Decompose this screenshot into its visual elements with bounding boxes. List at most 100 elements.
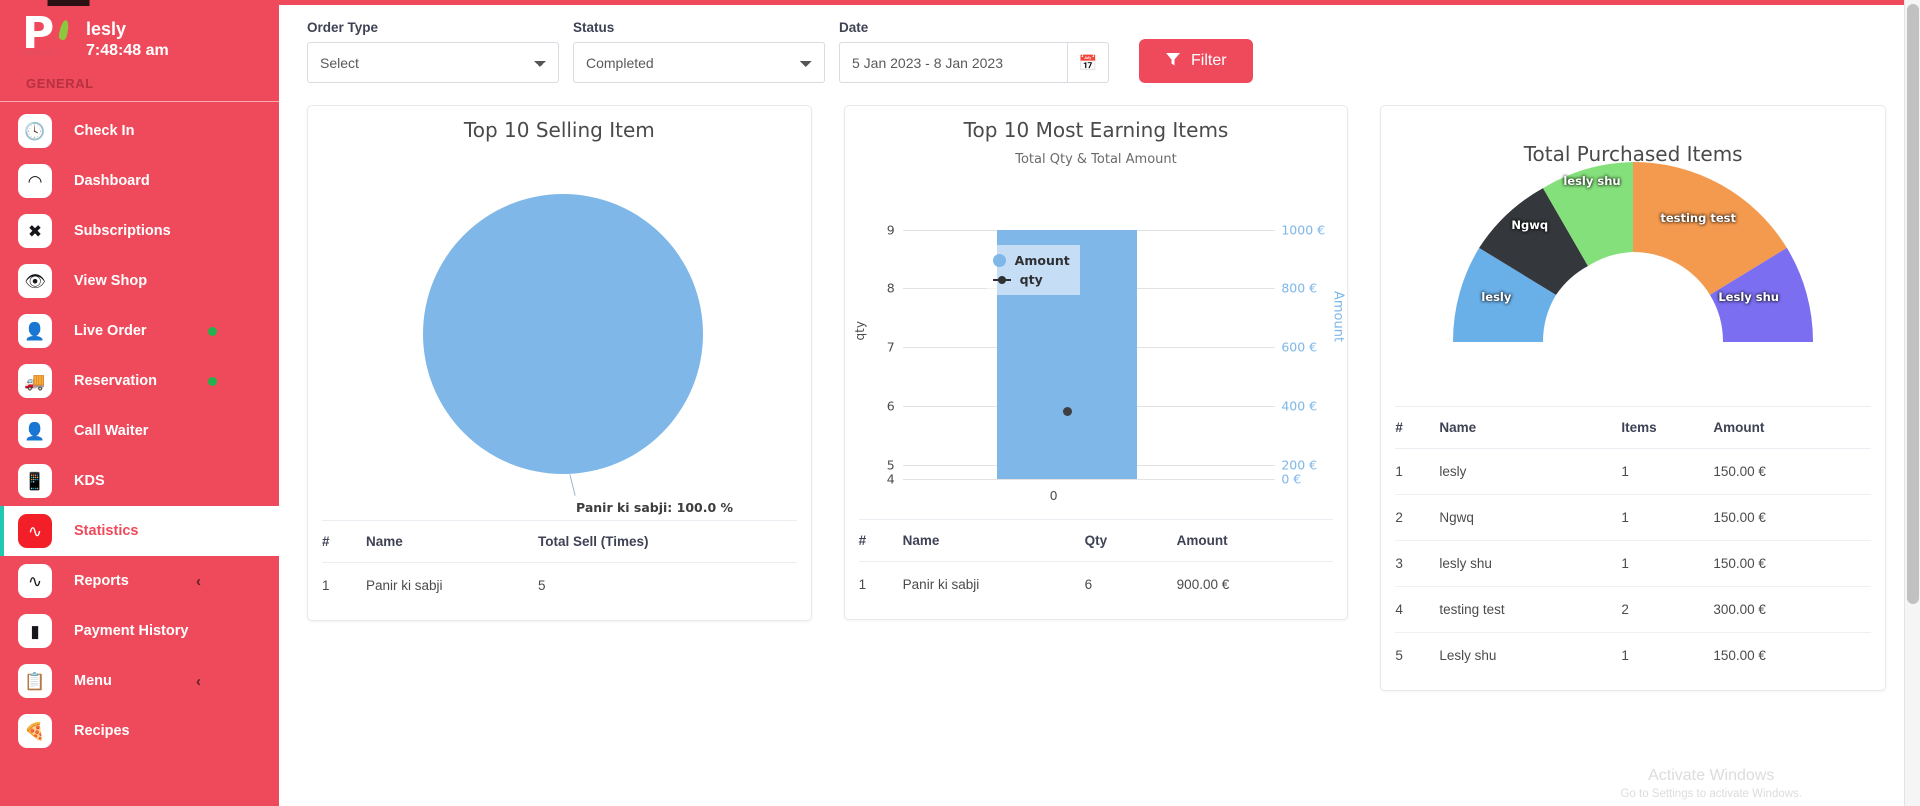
sidebar-item-reservation[interactable]: 🚚 Reservation bbox=[0, 356, 279, 406]
gauge-plot-area: Total Purchased Items lesly Ngwq lesly s… bbox=[1381, 106, 1885, 406]
cell-index: 3 bbox=[1395, 540, 1440, 587]
table-wrapper: # Name Qty Amount 1 Panir ki sabji 6 900… bbox=[845, 519, 1348, 619]
date-group: Date 📅 bbox=[839, 20, 1109, 83]
date-range-input[interactable] bbox=[839, 42, 1067, 83]
gauge-label-lesly-shu-2: Lesly shu bbox=[1718, 290, 1779, 304]
cell-total-sell: 5 bbox=[538, 578, 546, 593]
sidebar-item-check-in[interactable]: 🕓 Check In bbox=[0, 106, 279, 156]
cell-amount: 150.00 € bbox=[1713, 648, 1766, 663]
filter-button[interactable]: Filter bbox=[1139, 39, 1253, 83]
legend-label: qty bbox=[1019, 272, 1043, 287]
pulse-icon: ∿ bbox=[18, 514, 52, 548]
gauge-label-lesly-shu: lesly shu bbox=[1563, 174, 1621, 188]
combo-plot-area: 9 8 7 6 5 4 1000 € 800 € 600 € 400 € 200… bbox=[845, 171, 1348, 519]
cell-items: 1 bbox=[1621, 648, 1629, 663]
order-type-label: Order Type bbox=[307, 20, 379, 35]
brand-name: lesly bbox=[86, 19, 127, 39]
waiter-icon: 👤 bbox=[18, 414, 52, 448]
table-row[interactable]: 3 lesly shu 1 150.00 € bbox=[1395, 540, 1871, 587]
sidebar-item-live-order[interactable]: 👤 Live Order bbox=[0, 306, 279, 356]
table-row[interactable]: 1 lesly 1 150.00 € bbox=[1395, 448, 1871, 495]
col-qty: Qty bbox=[1084, 519, 1177, 562]
y2-axis-tick: 200 € bbox=[1281, 457, 1318, 473]
legend-label: Amount bbox=[1014, 253, 1070, 268]
legend-item-amount[interactable]: Amount bbox=[992, 251, 1070, 270]
table-row[interactable]: 5 Lesly shu 1 150.00 € bbox=[1395, 633, 1871, 679]
y-axis-tick: 7 bbox=[886, 339, 895, 355]
sidebar-item-statistics[interactable]: ∿ Statistics bbox=[0, 506, 279, 556]
table-wrapper: # Name Total Sell (Times) 1 Panir ki sab… bbox=[308, 520, 811, 620]
status-dot bbox=[208, 326, 217, 336]
sidebar-item-label: Recipes bbox=[74, 723, 130, 739]
table-row[interactable]: 1 Panir ki sabji 6 900.00 € bbox=[859, 562, 1334, 608]
order-type-group: Order Type Select bbox=[307, 20, 559, 83]
sidebar-item-label: View Shop bbox=[74, 273, 148, 289]
eye-icon: 👁 bbox=[18, 264, 52, 298]
pie-leader-line bbox=[569, 474, 576, 496]
y-axis-tick: 5 bbox=[886, 457, 895, 473]
cell-name: Panir ki sabji bbox=[902, 577, 980, 592]
order-type-select[interactable]: Select bbox=[307, 42, 559, 83]
filter-toolbar: Order Type Select Status Completed Date … bbox=[279, 0, 1920, 83]
sidebar-item-reports[interactable]: ∿ Reports ‹ bbox=[0, 556, 279, 606]
chart-legend: Amount qty bbox=[986, 245, 1080, 295]
x-axis-tick: 0 bbox=[1049, 488, 1058, 503]
vertical-scrollbar[interactable] bbox=[1904, 0, 1920, 806]
date-range-picker[interactable]: 📅 bbox=[839, 42, 1109, 83]
col-amount: Amount bbox=[1713, 406, 1871, 449]
pie-slice-panir-ki-sabji[interactable] bbox=[423, 194, 703, 474]
sidebar-item-recipes[interactable]: 🍕 Recipes bbox=[0, 706, 279, 756]
sidebar-item-payment-history[interactable]: ▮ Payment History bbox=[0, 606, 279, 656]
gridline bbox=[902, 479, 1276, 480]
sidebar-section-label: GENERAL bbox=[26, 76, 94, 91]
card-top-selling-item: Top 10 Selling Item Panir ki sabji: 100.… bbox=[307, 105, 812, 621]
legend-item-qty[interactable]: qty bbox=[992, 270, 1070, 289]
brand-block[interactable]: P powered lesly 7:48:48 am bbox=[0, 6, 279, 72]
sidebar: P powered lesly 7:48:48 am GENERAL 🕓 Che… bbox=[0, 0, 279, 806]
cell-name: lesly shu bbox=[1439, 540, 1622, 587]
cards-row: Top 10 Selling Item Panir ki sabji: 100.… bbox=[279, 83, 1920, 691]
cell-amount: 900.00 € bbox=[1176, 577, 1230, 592]
logo-letter-icon: P bbox=[22, 8, 55, 59]
sidebar-item-label: Menu bbox=[74, 673, 112, 689]
calendar-icon[interactable]: 📅 bbox=[1067, 42, 1109, 83]
sidebar-item-dashboard[interactable]: ◠ Dashboard bbox=[0, 156, 279, 206]
sidebar-item-menu[interactable]: 📋 Menu ‹ bbox=[0, 656, 279, 706]
sidebar-item-label: Check In bbox=[74, 123, 135, 139]
y-axis-label: qty bbox=[852, 321, 867, 341]
gauge-icon: ◠ bbox=[18, 164, 52, 198]
status-group: Status Completed bbox=[573, 20, 825, 83]
col-name: Name bbox=[366, 520, 538, 563]
pie-plot-area: Panir ki sabji: 100.0 % bbox=[308, 142, 811, 520]
point-qty-panir-ki-sabji[interactable] bbox=[1062, 407, 1072, 416]
sidebar-item-kds[interactable]: 📱 KDS bbox=[0, 456, 279, 506]
y2-axis-tick: 0 € bbox=[1281, 471, 1302, 487]
table-row[interactable]: 4 testing test 2 300.00 € bbox=[1395, 586, 1871, 633]
sidebar-item-label: Reports bbox=[74, 573, 129, 589]
cell-amount: 150.00 € bbox=[1713, 494, 1871, 541]
sidebar-item-subscriptions[interactable]: ✖ Subscriptions bbox=[0, 206, 279, 256]
date-label: Date bbox=[839, 20, 869, 35]
table-row[interactable]: 2 Ngwq 1 150.00 € bbox=[1395, 494, 1871, 541]
chevron-left-icon[interactable]: ‹ bbox=[196, 673, 201, 690]
y2-axis-tick: 1000 € bbox=[1281, 222, 1326, 238]
pizza-slice-icon: 🍕 bbox=[18, 714, 52, 748]
cell-index: 1 bbox=[322, 578, 330, 593]
status-select[interactable]: Completed bbox=[573, 42, 825, 83]
col-items: Items bbox=[1621, 406, 1714, 449]
headset-agent-icon: 👤 bbox=[18, 314, 52, 348]
table-header-row: # Name Qty Amount bbox=[858, 519, 1334, 562]
selling-table: # Name Total Sell (Times) 1 Panir ki sab… bbox=[322, 520, 797, 608]
y-axis-tick: 8 bbox=[886, 280, 895, 296]
purchased-table: # Name Items Amount 1 lesly 1 150.00 € 2… bbox=[1395, 406, 1871, 678]
sidebar-item-call-waiter[interactable]: 👤 Call Waiter bbox=[0, 406, 279, 456]
sidebar-item-view-shop[interactable]: 👁 View Shop bbox=[0, 256, 279, 306]
table-row[interactable]: 1 Panir ki sabji 5 bbox=[322, 563, 797, 609]
scrollbar-thumb[interactable] bbox=[1907, 4, 1919, 604]
table-header-row: # Name Items Amount bbox=[1395, 406, 1871, 449]
funnel-icon bbox=[1165, 51, 1181, 72]
credit-card-icon: ▮ bbox=[18, 614, 52, 648]
chevron-left-icon[interactable]: ‹ bbox=[196, 573, 201, 590]
y2-axis-label: Amount bbox=[1330, 291, 1346, 343]
watermark-line-1: Activate Windows bbox=[1648, 767, 1775, 784]
